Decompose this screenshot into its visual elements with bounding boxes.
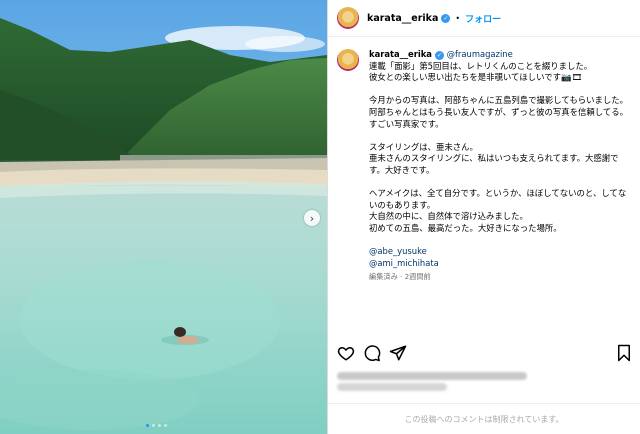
username-link[interactable]: karata__erika bbox=[367, 13, 438, 24]
caption-area: karata__erika ✓ @fraumagazine 連載「面影」第5回目は… bbox=[328, 37, 640, 311]
carousel-dot bbox=[158, 424, 161, 427]
mention-link[interactable]: @abe_yusuke bbox=[369, 246, 630, 258]
post-meta: 編集済み · 2週間前 bbox=[369, 272, 431, 282]
caption-paragraph: スタイリングは、亜未さん。 亜未さんのスタイリングに、私はいつも支えられてます。… bbox=[369, 141, 619, 175]
heart-icon bbox=[337, 346, 355, 361]
blurred-likes-text bbox=[337, 383, 447, 391]
caption-paragraph: 今月からの写真は、阿部ちゃんに五島列島で撮影してもらいました。 阿部ちゃんとはも… bbox=[369, 95, 628, 129]
post-side-panel: karata__erika ✓ • フォロー karata__erika ✓ @f… bbox=[327, 0, 640, 434]
carousel-dot bbox=[146, 424, 149, 427]
caption-body: karata__erika ✓ @fraumagazine 連載「面影」第5回目は… bbox=[369, 49, 630, 283]
verified-badge-icon: ✓ bbox=[441, 13, 451, 23]
mention-link[interactable]: @ami_michihata bbox=[369, 258, 630, 270]
share-icon bbox=[389, 345, 407, 361]
post-header: karata__erika ✓ • フォロー bbox=[328, 0, 640, 37]
mention-link[interactable]: @fraumagazine bbox=[447, 49, 513, 59]
avatar[interactable] bbox=[337, 7, 359, 29]
caption-paragraph: 連載「面影」第5回目は、レトリくんのことを綴りました。 彼女との楽しい思い出たち… bbox=[369, 60, 593, 83]
post-photo[interactable]: › bbox=[0, 0, 327, 434]
caption-username[interactable]: karata__erika bbox=[369, 49, 432, 59]
verified-badge-icon: ✓ bbox=[434, 51, 444, 60]
comments-disabled-notice: この投稿へのコメントは制限されています。 bbox=[328, 403, 640, 434]
comment-button[interactable] bbox=[363, 344, 381, 362]
caption-head: karata__erika ✓ @fraumagazine bbox=[369, 49, 630, 61]
caption-paragraph: ヘアメイクは、全て自分です。というか、ほぼしてないのと、してないのもあります。 … bbox=[369, 188, 627, 233]
separator-dot: • bbox=[455, 13, 461, 23]
comment-icon bbox=[364, 345, 381, 362]
beach-photo-image bbox=[0, 0, 327, 434]
bookmark-icon bbox=[618, 344, 630, 362]
carousel-dot bbox=[164, 424, 167, 427]
carousel-next-button[interactable]: › bbox=[304, 210, 320, 226]
action-bar bbox=[337, 343, 633, 363]
carousel-dot bbox=[152, 424, 155, 427]
share-button[interactable] bbox=[389, 344, 407, 362]
carousel-indicator bbox=[146, 424, 167, 427]
chevron-right-icon: › bbox=[309, 211, 315, 225]
avatar[interactable] bbox=[337, 49, 359, 71]
like-button[interactable] bbox=[337, 344, 355, 362]
follow-button[interactable]: フォロー bbox=[465, 12, 501, 25]
save-button[interactable] bbox=[615, 344, 633, 362]
blurred-likes-text bbox=[337, 372, 527, 380]
